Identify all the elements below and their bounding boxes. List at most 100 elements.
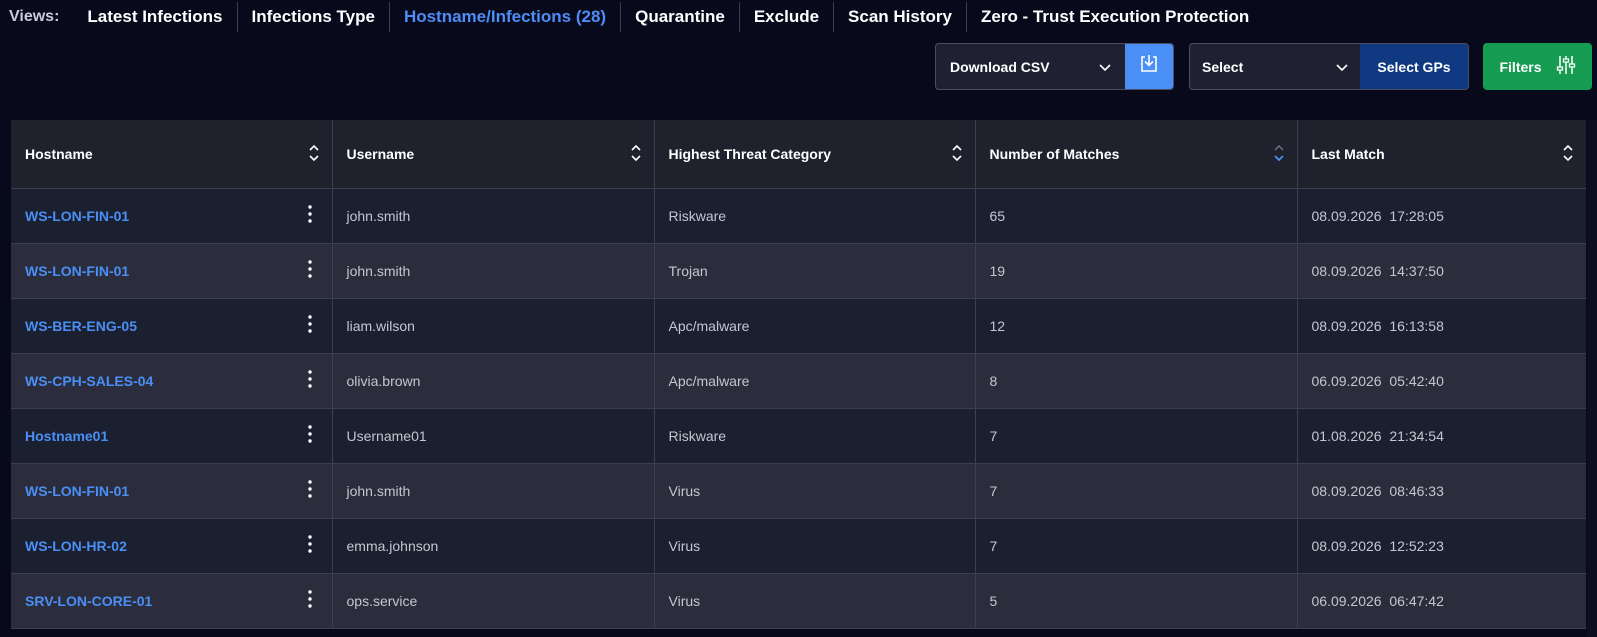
last-match-time: 12:52:23 bbox=[1389, 538, 1444, 554]
gp-dropdown[interactable]: Select bbox=[1190, 44, 1360, 89]
last-match-time: 06:47:42 bbox=[1389, 593, 1444, 609]
tab-exclude[interactable]: Exclude bbox=[740, 2, 835, 32]
cell-hostname: WS-BER-ENG-05 bbox=[11, 298, 333, 354]
table-header-row: Hostname Username Highest Threat Categor… bbox=[11, 120, 1586, 189]
cell-last-match: 06.09.2026 05:42:40 bbox=[1297, 353, 1586, 409]
last-match-time: 21:34:54 bbox=[1389, 428, 1444, 444]
sort-icon[interactable] bbox=[630, 144, 642, 165]
cell-hostname: WS-LON-HR-02 bbox=[11, 518, 333, 574]
more-actions-icon[interactable] bbox=[307, 315, 312, 336]
tab-hostname-infections[interactable]: Hostname/Infections (28) bbox=[390, 2, 622, 32]
cell-username: ops.service bbox=[332, 573, 655, 629]
hostname-link[interactable]: WS-LON-FIN-01 bbox=[25, 263, 129, 279]
cell-threat-category: Riskware bbox=[654, 188, 976, 244]
column-header-label: Username bbox=[346, 146, 415, 162]
hostname-link[interactable]: SRV-LON-CORE-01 bbox=[25, 593, 152, 609]
more-actions-icon[interactable] bbox=[307, 590, 312, 611]
csv-group: Download CSV bbox=[935, 43, 1174, 90]
more-actions-icon[interactable] bbox=[307, 535, 312, 556]
hostname-link[interactable]: WS-LON-FIN-01 bbox=[25, 208, 129, 224]
tab-latest-infections[interactable]: Latest Infections bbox=[73, 2, 238, 32]
cell-matches: 19 bbox=[975, 243, 1298, 299]
hostname-link[interactable]: WS-CPH-SALES-04 bbox=[25, 373, 153, 389]
cell-last-match: 08.09.2026 08:46:33 bbox=[1297, 463, 1586, 519]
cell-username: Username01 bbox=[332, 408, 655, 464]
table-scrollbar[interactable] bbox=[1587, 120, 1597, 637]
column-header-label: Highest Threat Category bbox=[668, 146, 832, 162]
column-header-last-match[interactable]: Last Match bbox=[1297, 120, 1586, 189]
cell-threat-category: Apc/malware bbox=[654, 298, 976, 354]
column-header-matches[interactable]: Number of Matches bbox=[975, 120, 1298, 189]
filters-label: Filters bbox=[1499, 58, 1542, 75]
sort-descending-icon[interactable] bbox=[1273, 144, 1285, 165]
cell-last-match: 08.09.2026 16:13:58 bbox=[1297, 298, 1586, 354]
cell-matches: 8 bbox=[975, 353, 1298, 409]
more-actions-icon[interactable] bbox=[307, 425, 312, 446]
tab-quarantine[interactable]: Quarantine bbox=[621, 2, 740, 32]
cell-matches: 7 bbox=[975, 518, 1298, 574]
table-row: WS-LON-FIN-01 john.smith Trojan 19 08.09… bbox=[11, 243, 1586, 299]
cell-username: liam.wilson bbox=[332, 298, 655, 354]
sliders-icon bbox=[1556, 54, 1576, 79]
last-match-date: 08.09.2026 bbox=[1311, 208, 1382, 224]
column-header-hostname[interactable]: Hostname bbox=[11, 120, 333, 189]
views-bar: Views: Latest Infections Infections Type… bbox=[0, 0, 1597, 34]
sort-icon[interactable] bbox=[1562, 144, 1574, 165]
hostname-link[interactable]: WS-BER-ENG-05 bbox=[25, 318, 137, 334]
cell-matches: 12 bbox=[975, 298, 1298, 354]
cell-username: john.smith bbox=[332, 243, 655, 299]
last-match-date: 08.09.2026 bbox=[1311, 538, 1382, 554]
sort-icon[interactable] bbox=[308, 144, 320, 165]
table-row: WS-BER-ENG-05 liam.wilson Apc/malware 12… bbox=[11, 298, 1586, 354]
filters-button[interactable]: Filters bbox=[1483, 43, 1592, 90]
sort-icon[interactable] bbox=[951, 144, 963, 165]
last-match-date: 08.09.2026 bbox=[1311, 263, 1382, 279]
cell-threat-category: Apc/malware bbox=[654, 353, 976, 409]
more-actions-icon[interactable] bbox=[307, 480, 312, 501]
table-row: SRV-LON-CORE-01 ops.service Virus 5 06.0… bbox=[11, 573, 1586, 629]
column-header-label: Number of Matches bbox=[989, 146, 1120, 162]
cell-threat-category: Trojan bbox=[654, 243, 976, 299]
cell-last-match: 08.09.2026 14:37:50 bbox=[1297, 243, 1586, 299]
gp-dropdown-label: Select bbox=[1202, 58, 1244, 75]
hostname-infections-table: Hostname Username Highest Threat Categor… bbox=[11, 120, 1597, 637]
select-gps-label: Select GPs bbox=[1377, 58, 1451, 75]
gp-group: Select Select GPs bbox=[1189, 43, 1469, 90]
column-header-username[interactable]: Username bbox=[332, 120, 655, 189]
cell-username: olivia.brown bbox=[332, 353, 655, 409]
cell-matches: 65 bbox=[975, 188, 1298, 244]
more-actions-icon[interactable] bbox=[307, 205, 312, 226]
cell-last-match: 08.09.2026 12:52:23 bbox=[1297, 518, 1586, 574]
table-row: WS-LON-FIN-01 john.smith Riskware 65 08.… bbox=[11, 188, 1586, 244]
cell-last-match: 08.09.2026 17:28:05 bbox=[1297, 188, 1586, 244]
last-match-date: 08.09.2026 bbox=[1311, 483, 1382, 499]
last-match-time: 16:13:58 bbox=[1389, 318, 1444, 334]
views-label: Views: bbox=[9, 8, 60, 25]
cell-last-match: 01.08.2026 21:34:54 bbox=[1297, 408, 1586, 464]
tab-scan-history[interactable]: Scan History bbox=[834, 2, 967, 32]
column-header-label: Last Match bbox=[1311, 146, 1385, 162]
hostname-link[interactable]: WS-LON-HR-02 bbox=[25, 538, 127, 554]
cell-threat-category: Virus bbox=[654, 463, 976, 519]
cell-hostname: WS-LON-FIN-01 bbox=[11, 243, 333, 299]
column-header-threat-category[interactable]: Highest Threat Category bbox=[654, 120, 976, 189]
column-header-label: Hostname bbox=[25, 146, 93, 162]
cell-threat-category: Virus bbox=[654, 518, 976, 574]
last-match-date: 06.09.2026 bbox=[1311, 373, 1382, 389]
csv-format-dropdown[interactable]: Download CSV bbox=[936, 44, 1125, 89]
last-match-date: 08.09.2026 bbox=[1311, 318, 1382, 334]
cell-hostname: WS-CPH-SALES-04 bbox=[11, 353, 333, 409]
more-actions-icon[interactable] bbox=[307, 260, 312, 281]
select-gps-button[interactable]: Select GPs bbox=[1360, 44, 1468, 89]
tab-infections-type[interactable]: Infections Type bbox=[238, 2, 390, 32]
tab-zero-trust[interactable]: Zero - Trust Execution Protection bbox=[967, 2, 1263, 32]
hostname-link[interactable]: Hostname01 bbox=[25, 428, 108, 444]
cell-matches: 7 bbox=[975, 408, 1298, 464]
last-match-time: 14:37:50 bbox=[1389, 263, 1444, 279]
cell-username: emma.johnson bbox=[332, 518, 655, 574]
last-match-time: 17:28:05 bbox=[1389, 208, 1444, 224]
hostname-link[interactable]: WS-LON-FIN-01 bbox=[25, 483, 129, 499]
download-button[interactable] bbox=[1125, 44, 1173, 89]
more-actions-icon[interactable] bbox=[307, 370, 312, 391]
last-match-date: 01.08.2026 bbox=[1311, 428, 1382, 444]
